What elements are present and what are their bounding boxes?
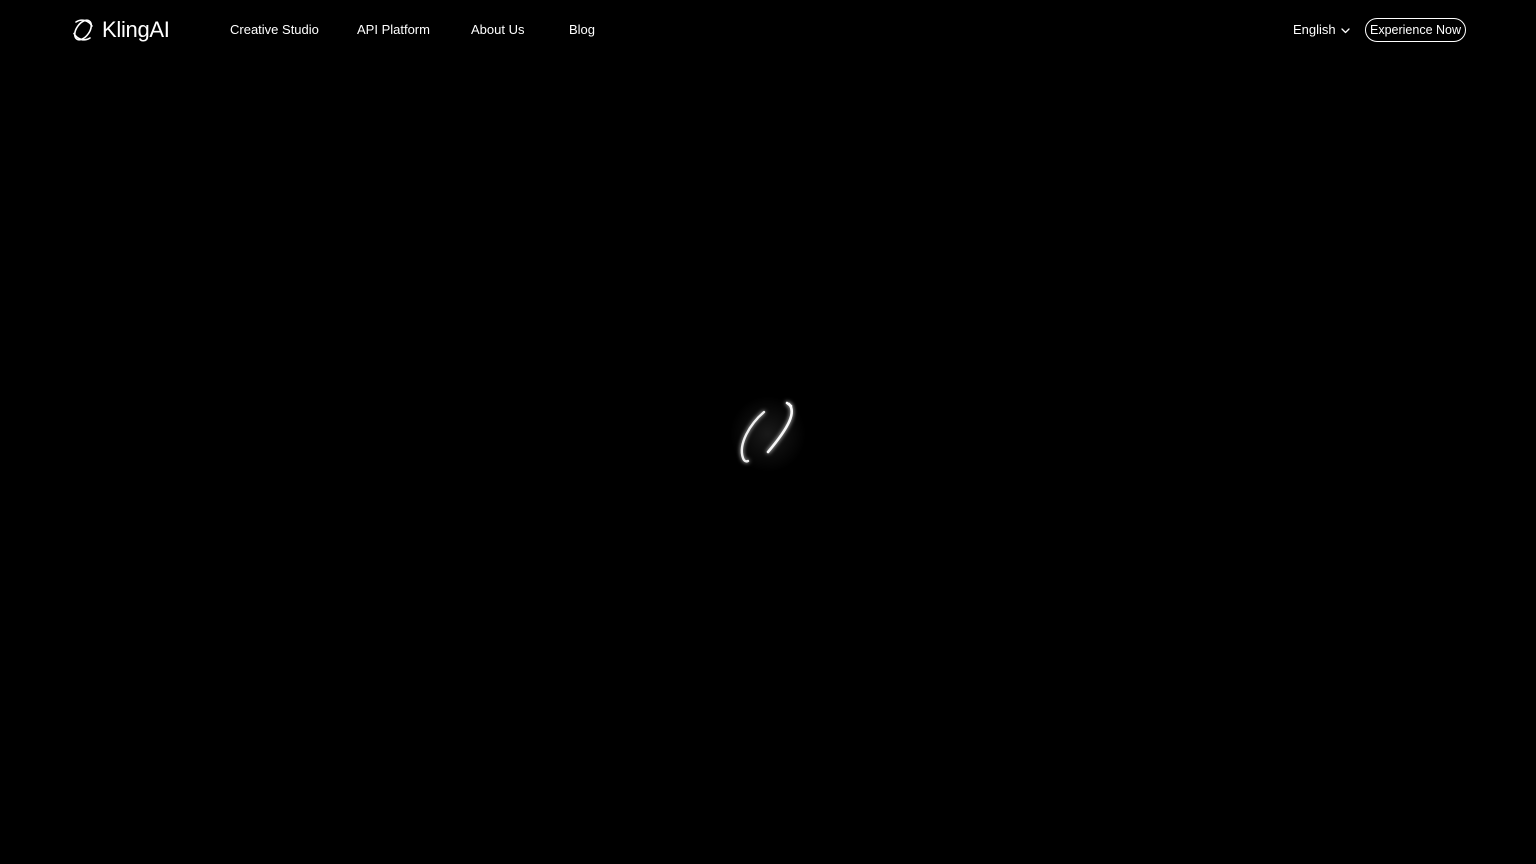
chevron-down-icon — [1340, 21, 1350, 39]
nav-item-api-platform[interactable]: API Platform — [357, 20, 430, 40]
kling-logo-icon — [70, 16, 96, 44]
language-label: English — [1293, 22, 1336, 37]
experience-now-button[interactable]: Experience Now — [1365, 18, 1466, 42]
page: KlingAI Creative Studio API Platform Abo… — [0, 0, 1536, 864]
logo[interactable]: KlingAI — [70, 16, 170, 44]
language-selector[interactable]: English — [1293, 20, 1350, 40]
loading-spinner-icon — [728, 394, 808, 474]
logo-text: KlingAI — [102, 17, 170, 42]
top-navigation-bar: KlingAI Creative Studio API Platform Abo… — [0, 0, 1536, 60]
nav-item-about-us[interactable]: About Us — [471, 20, 524, 40]
nav-item-blog[interactable]: Blog — [569, 20, 595, 40]
nav-item-creative-studio[interactable]: Creative Studio — [230, 20, 319, 40]
